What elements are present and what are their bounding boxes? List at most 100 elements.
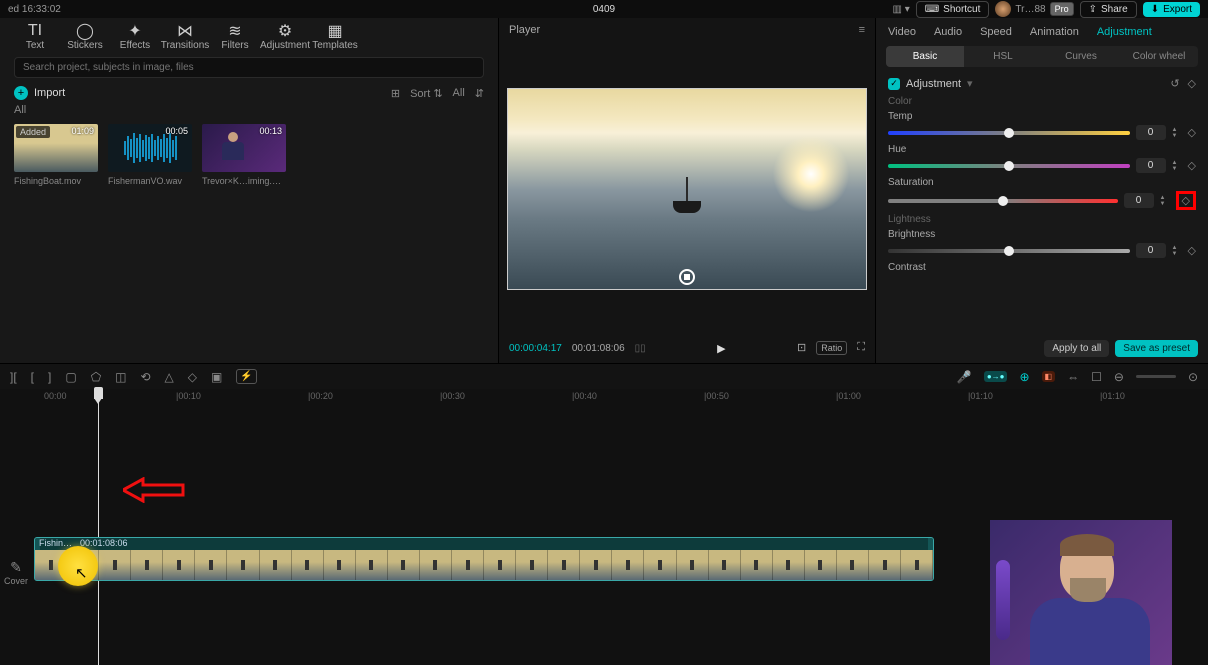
freeze-icon[interactable]: ▣ <box>211 370 222 384</box>
webcam-pip[interactable] <box>990 520 1172 665</box>
magnet-icon[interactable]: ⊕ <box>1019 370 1029 384</box>
mode-icon[interactable]: ▯▯ <box>635 343 646 354</box>
filter-icon[interactable]: ⇵ <box>475 87 484 100</box>
avatar-icon <box>995 1 1011 17</box>
pill-2[interactable]: ◧ <box>1042 371 1056 382</box>
subtab-basic[interactable]: Basic <box>886 46 964 67</box>
split-icon[interactable]: ][ <box>10 370 17 384</box>
clip-item[interactable]: 00:13 Trevor×K…iming.mov <box>202 124 286 186</box>
crop-icon[interactable]: ◫ <box>115 370 126 384</box>
timeline-ruler[interactable]: 00:00 |00:10 |00:20 |00:30 |00:40 |00:50… <box>34 389 1208 407</box>
tab-stickers[interactable]: ◯Stickers <box>60 22 110 51</box>
save-preset-button[interactable]: Save as preset <box>1115 340 1198 357</box>
cc-icon[interactable]: ☐ <box>1091 370 1102 384</box>
mirror-icon[interactable]: △ <box>165 370 174 384</box>
hue-slider[interactable] <box>888 164 1130 168</box>
import-button[interactable]: + Import <box>14 86 65 100</box>
saturation-value[interactable]: 0 <box>1124 193 1154 208</box>
tab-animation[interactable]: Animation <box>1030 26 1079 38</box>
saturation-slider-row: Saturation 0 ▲▼ ◇ <box>876 175 1208 212</box>
subtab-colorwheel[interactable]: Color wheel <box>1120 46 1198 67</box>
hue-stepper[interactable]: ▲▼ <box>1172 160 1182 172</box>
project-title: 0409 <box>593 4 615 15</box>
pill-1[interactable]: ●→● <box>984 371 1008 382</box>
hue-keyframe-icon[interactable]: ◇ <box>1188 159 1196 172</box>
keyframe-all-icon[interactable]: ◇ <box>1188 77 1196 90</box>
brightness-slider-row: Brightness 0 ▲▼ ◇ <box>876 227 1208 260</box>
temp-value[interactable]: 0 <box>1136 125 1166 140</box>
ratio-button[interactable]: Ratio <box>816 341 847 355</box>
tab-templates[interactable]: ▦Templates <box>310 22 360 51</box>
tab-video[interactable]: Video <box>888 26 916 38</box>
effects-icon: ✦ <box>110 22 160 40</box>
video-preview[interactable] <box>507 88 867 290</box>
reset-all-icon[interactable]: ↺ <box>1170 77 1179 90</box>
media-panel: TIText ◯Stickers ✦Effects ⋈Transitions ≋… <box>0 18 498 363</box>
brightness-value[interactable]: 0 <box>1136 243 1166 258</box>
search-input[interactable] <box>14 57 484 78</box>
cover-icon: ✎ <box>4 559 28 576</box>
tab-transitions[interactable]: ⋈Transitions <box>160 22 210 51</box>
clip-item[interactable]: 00:05 FishermanVO.wav <box>108 124 192 186</box>
mic-icon[interactable]: 🎤 <box>957 370 972 384</box>
timeline[interactable]: 00:00 |00:10 |00:20 |00:30 |00:40 |00:50… <box>0 389 1208 665</box>
tab-text[interactable]: TIText <box>10 22 60 51</box>
temp-stepper[interactable]: ▲▼ <box>1172 127 1182 139</box>
marker-icon[interactable]: ⬠ <box>91 370 101 384</box>
fit-icon[interactable]: ⊙ <box>1188 370 1198 384</box>
sort-button[interactable]: Sort ⇅ <box>410 87 442 100</box>
subtab-hsl[interactable]: HSL <box>964 46 1042 67</box>
layout-icon[interactable]: ▥ ▾ <box>892 4 909 15</box>
annotation-arrow-icon <box>123 477 185 503</box>
zoom-slider[interactable] <box>1136 375 1176 378</box>
saturation-keyframe-icon[interactable]: ◇ <box>1176 191 1196 210</box>
trim-left-icon[interactable]: [ <box>31 370 34 384</box>
reverse-icon[interactable]: ⟲ <box>140 370 150 384</box>
user-chip[interactable]: Tr…88 Pro <box>995 1 1073 17</box>
playhead[interactable] <box>98 389 99 665</box>
tab-adjustment[interactable]: ⚙Adjustment <box>260 22 310 51</box>
inspector-tabs: Video Audio Speed Animation Adjustment <box>876 18 1208 46</box>
player-menu-icon[interactable]: ≡ <box>859 24 865 36</box>
hue-slider-row: Hue 0 ▲▼ ◇ <box>876 142 1208 175</box>
view-grid-icon[interactable]: ⊞ <box>391 87 400 100</box>
temp-slider[interactable] <box>888 131 1130 135</box>
adjustment-heading: Adjustment <box>906 78 961 90</box>
timeline-clip[interactable]: Fishin… 00:01:08:06 <box>34 537 934 581</box>
titlebar-left: ed 16:33:02 <box>8 4 61 15</box>
cover-button[interactable]: ✎ Cover <box>4 559 28 586</box>
delete-icon[interactable]: ▢ <box>65 370 76 384</box>
brightness-keyframe-icon[interactable]: ◇ <box>1188 244 1196 257</box>
playhead-handle[interactable] <box>94 387 103 399</box>
tab-effects[interactable]: ✦Effects <box>110 22 160 51</box>
tab-adjustment-inspector[interactable]: Adjustment <box>1097 26 1152 38</box>
saturation-stepper[interactable]: ▲▼ <box>1160 195 1170 207</box>
tab-audio[interactable]: Audio <box>934 26 962 38</box>
subtab-curves[interactable]: Curves <box>1042 46 1120 67</box>
category-all[interactable]: All <box>0 102 498 118</box>
auto-icon[interactable]: ⚡ <box>236 369 256 384</box>
rotate-icon[interactable]: ◇ <box>188 370 197 384</box>
duration-timecode: 00:01:08:06 <box>572 343 625 354</box>
apply-to-all-button[interactable]: Apply to all <box>1044 340 1109 357</box>
hue-value[interactable]: 0 <box>1136 158 1166 173</box>
share-button[interactable]: ⇪ Share <box>1080 1 1137 18</box>
clip-item[interactable]: Added 01:09 FishingBoat.mov <box>14 124 98 186</box>
tab-filters[interactable]: ≋Filters <box>210 22 260 51</box>
play-button[interactable]: ▶ <box>717 342 725 355</box>
safe-zone-icon[interactable]: ⊡ <box>797 341 806 355</box>
saturation-slider[interactable] <box>888 199 1118 203</box>
filter-all-button[interactable]: All <box>453 87 465 99</box>
brightness-stepper[interactable]: ▲▼ <box>1172 245 1182 257</box>
link-icon[interactable]: ⇔ <box>1067 370 1079 384</box>
shortcut-button[interactable]: ⌨ Shortcut <box>916 1 990 18</box>
export-button[interactable]: ⬇ Export <box>1143 2 1200 17</box>
brightness-slider[interactable] <box>888 249 1130 253</box>
fullscreen-icon[interactable]: ⛶ <box>857 341 865 355</box>
player-title: Player <box>509 24 540 36</box>
trim-right-icon[interactable]: ] <box>48 370 51 384</box>
zoom-out-icon[interactable]: ⊖ <box>1114 370 1124 384</box>
adjustment-toggle[interactable]: ✓ <box>888 78 900 90</box>
tab-speed[interactable]: Speed <box>980 26 1012 38</box>
temp-keyframe-icon[interactable]: ◇ <box>1188 126 1196 139</box>
